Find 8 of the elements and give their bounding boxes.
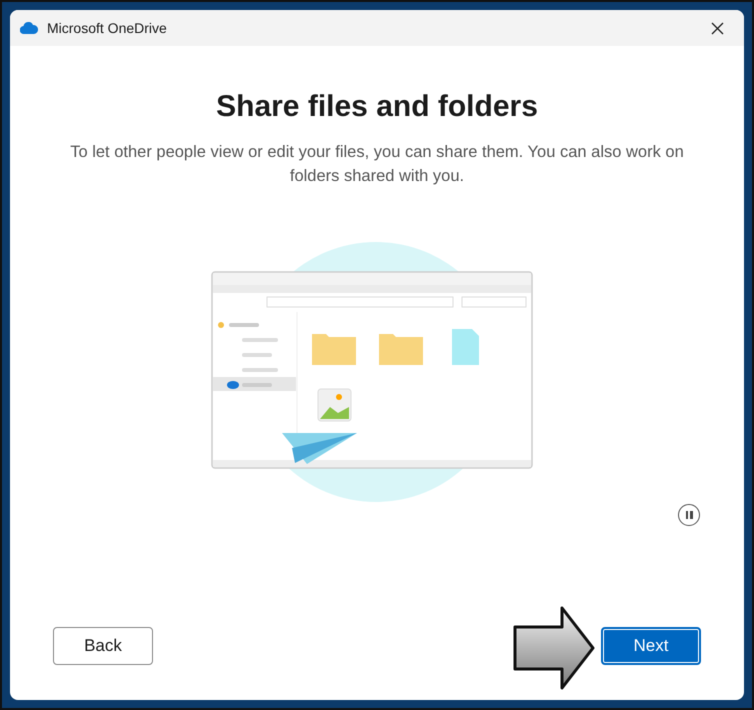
window-title: Microsoft OneDrive — [47, 20, 168, 36]
cloud-icon — [20, 22, 38, 34]
back-button[interactable]: Back — [53, 627, 153, 665]
pause-button[interactable] — [678, 504, 700, 526]
next-button[interactable]: Next — [601, 627, 701, 665]
close-icon — [710, 22, 724, 34]
description: To let other people view or edit your files, you can share them. You can also work on folders shared with you. — [69, 142, 685, 187]
heading: Share files and folders — [216, 90, 538, 124]
